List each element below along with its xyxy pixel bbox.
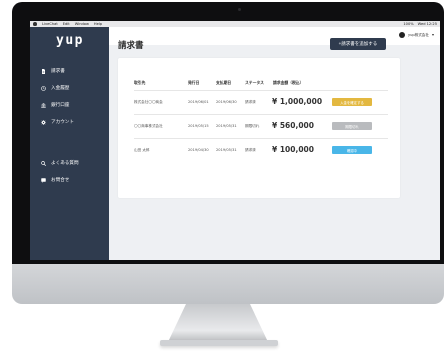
sidebar-item-invoices[interactable]: 請求書 [41,67,65,75]
sidebar-item-label: お問合せ [51,178,70,183]
menu-item-app[interactable]: LiveChat [42,22,58,26]
cell-status: 請求済 [245,100,256,104]
sidebar-item-faq[interactable]: よくある質問 [41,159,79,167]
column-header-amount: 請求金額（税込） [273,80,304,85]
column-header-due: 支払期日 [216,80,232,85]
app-header: yup株式会社 [109,27,440,45]
checking-status-button[interactable]: 確認中 [332,146,372,154]
cell-status: 期限切れ [245,124,260,128]
sidebar-item-payment-history[interactable]: 入金履歴 [41,84,69,92]
confirm-payment-button[interactable]: 入金を確定する [332,98,372,106]
account-name: yup株式会社 [407,32,429,37]
sidebar-item-contact[interactable]: お問合せ [41,176,69,184]
column-header-client: 取引先 [134,80,146,85]
sidebar-item-label: 銀行口座 [51,103,70,108]
menubar-status: 100% Wed 12:25 [403,22,437,26]
search-icon [41,160,46,166]
table-row[interactable]: 山田 太郎 2019/04/30 2019/05/31 請求済 ¥ 100,00… [134,138,388,162]
cell-issued: 2019/05/15 [188,124,209,128]
sidebar-item-label: アカウント [51,120,74,125]
monitor-chin [12,264,444,304]
clock-icon [41,85,46,91]
cell-issued: 2019/06/01 [188,100,209,104]
battery-percent: 100% [403,22,414,26]
cell-due: 2019/06/30 [216,100,237,104]
bank-icon [41,102,46,108]
add-invoice-button[interactable]: +請求書を追加する [330,38,386,50]
table-row[interactable]: 株式会社〇〇商会 2019/06/01 2019/06/30 請求済 ¥ 1,0… [134,90,388,114]
imac-mockup: LiveChat Edit Window Help 100% Wed 12:25… [0,0,444,358]
avatar [398,32,405,38]
cell-client: 〇〇商事株式会社 [134,124,163,128]
sidebar-item-label: 請求書 [51,69,65,74]
cell-client: 山田 太郎 [134,148,150,152]
sidebar-item-label: 入金履歴 [51,86,70,91]
monitor-stand-base [160,340,278,346]
cell-status: 請求済 [245,148,256,152]
chat-icon [41,177,46,183]
gear-icon [41,119,46,125]
camera-dot [238,8,241,11]
cell-amount: ¥ 100,000 [272,145,314,154]
apple-icon[interactable] [33,22,37,26]
cell-due: 2019/05/31 [216,124,237,128]
menu-item-help[interactable]: Help [94,22,102,26]
cell-amount: ¥ 560,000 [272,121,314,130]
sidebar: yup 請求書 入金履歴 銀行口座 アカウント よくある質問 お問合せ [30,27,109,260]
account-menu[interactable]: yup株式会社 [398,32,434,38]
sidebar-item-account[interactable]: アカウント [41,118,74,126]
cell-issued: 2019/04/30 [188,148,209,152]
column-header-issued: 発行日 [188,80,200,85]
invoice-table-card: 取引先 発行日 支払期日 ステータス 請求金額（税込） 株式会社〇〇商会 201… [118,58,400,198]
chevron-down-icon [432,34,434,36]
page-title: 請求書 [118,41,144,51]
monitor-stand [168,304,268,342]
sidebar-item-label: よくある質問 [51,161,79,166]
expired-status-button[interactable]: 期限切れ [332,122,372,130]
cell-due: 2019/05/31 [216,148,237,152]
clock-text: Wed 12:25 [417,22,437,26]
column-header-status: ステータス [245,80,264,85]
sidebar-item-bank-account[interactable]: 銀行口座 [41,101,69,109]
menu-item-edit[interactable]: Edit [63,22,70,26]
table-row[interactable]: 〇〇商事株式会社 2019/05/15 2019/05/31 期限切れ ¥ 56… [134,114,388,138]
menu-item-window[interactable]: Window [75,22,89,26]
cell-client: 株式会社〇〇商会 [134,100,163,104]
app-logo[interactable]: yup [56,33,84,48]
cell-amount: ¥ 1,000,000 [272,97,323,106]
document-icon [41,68,46,74]
